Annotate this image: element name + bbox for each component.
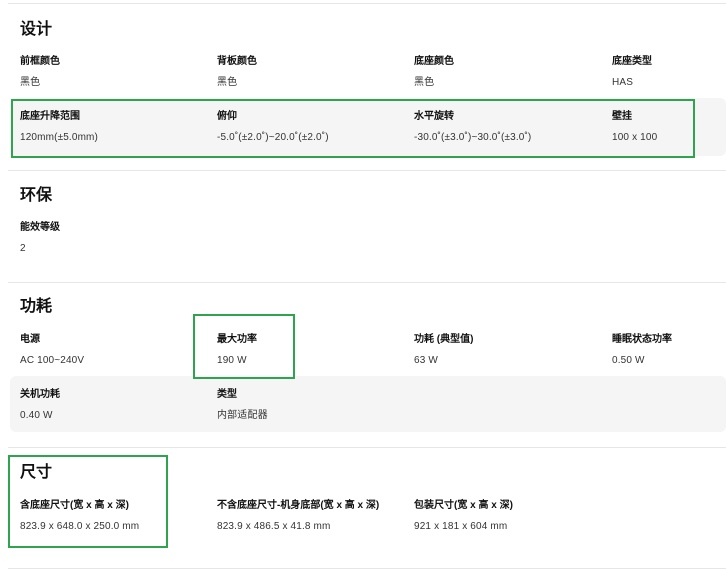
spec-label: 最大功率 bbox=[217, 334, 257, 345]
spec-label: 功耗 (典型值) bbox=[414, 334, 474, 345]
section-title-eco: 环保 bbox=[20, 187, 53, 204]
spec-value: 921 x 181 x 604 mm bbox=[414, 520, 508, 532]
spec-value: 823.9 x 648.0 x 250.0 mm bbox=[20, 520, 140, 532]
section-title-power: 功耗 bbox=[20, 298, 53, 315]
spec-value: 190 W bbox=[217, 354, 247, 366]
divider bbox=[8, 568, 726, 569]
spec-value: 黑色 bbox=[414, 76, 435, 88]
spec-swivel: 水平旋转 -30.0˚(±3.0˚)~30.0˚(±3.0˚) bbox=[414, 110, 531, 144]
spec-label: 背板颜色 bbox=[217, 56, 257, 67]
spec-stand-color: 底座颜色 黑色 bbox=[414, 55, 454, 89]
spec-energy-class: 能效等级 2 bbox=[20, 221, 60, 255]
spec-label: 能效等级 bbox=[20, 222, 60, 233]
spec-back-color: 背板颜色 黑色 bbox=[217, 55, 257, 89]
section-title-design: 设计 bbox=[20, 21, 53, 38]
spec-value: 0.50 W bbox=[612, 354, 645, 366]
spec-power-supply: 电源 AC 100~240V bbox=[20, 333, 84, 367]
spec-tilt: 俯仰 -5.0˚(±2.0˚)~20.0˚(±2.0˚) bbox=[217, 110, 329, 144]
spec-max-power: 最大功率 190 W bbox=[217, 333, 257, 367]
spec-value: 内部适配器 bbox=[217, 409, 268, 421]
spec-label: 俯仰 bbox=[217, 111, 237, 122]
spec-value: -30.0˚(±3.0˚)~30.0˚(±3.0˚) bbox=[414, 131, 532, 143]
spec-value: 100 x 100 bbox=[612, 131, 658, 143]
spec-size-with-stand: 含底座尺寸(宽 x 高 x 深) 823.9 x 648.0 x 250.0 m… bbox=[20, 499, 139, 533]
spec-label: 底座类型 bbox=[612, 56, 652, 67]
section-title-size: 尺寸 bbox=[20, 464, 53, 481]
spec-front-bezel-color: 前框颜色 黑色 bbox=[20, 55, 60, 89]
spec-page: 设计 前框颜色 黑色 背板颜色 黑色 底座颜色 黑色 底座类型 HAS 底座升降… bbox=[0, 0, 726, 576]
divider bbox=[8, 170, 726, 171]
spec-label: 电源 bbox=[20, 334, 40, 345]
spec-label: 前框颜色 bbox=[20, 56, 60, 67]
spec-off-power: 关机功耗 0.40 W bbox=[20, 388, 60, 422]
spec-adapter-type: 类型 内部适配器 bbox=[217, 388, 268, 422]
spec-value: 黑色 bbox=[20, 76, 41, 88]
spec-label: 包装尺寸(宽 x 高 x 深) bbox=[414, 500, 513, 511]
spec-sleep-power: 睡眠状态功率 0.50 W bbox=[612, 333, 672, 367]
spec-value: -5.0˚(±2.0˚)~20.0˚(±2.0˚) bbox=[217, 131, 329, 143]
spec-typical-power: 功耗 (典型值) 63 W bbox=[414, 333, 473, 367]
spec-value: AC 100~240V bbox=[20, 354, 85, 366]
spec-label: 睡眠状态功率 bbox=[612, 334, 672, 345]
spec-size-without-stand: 不含底座尺寸-机身底部(宽 x 高 x 深) 823.9 x 486.5 x 4… bbox=[217, 499, 387, 533]
spec-label: 底座升降范围 bbox=[20, 111, 80, 122]
spec-height-adjust-range: 底座升降范围 120mm(±5.0mm) bbox=[20, 110, 98, 144]
spec-label: 壁挂 bbox=[612, 111, 632, 122]
spec-label: 类型 bbox=[217, 389, 237, 400]
spec-stand-type: 底座类型 HAS bbox=[612, 55, 652, 89]
spec-value: 2 bbox=[20, 242, 26, 254]
spec-wall-mount: 壁挂 100 x 100 bbox=[612, 110, 657, 144]
spec-value: 黑色 bbox=[217, 76, 238, 88]
spec-value: HAS bbox=[612, 76, 634, 88]
divider bbox=[8, 447, 726, 448]
spec-value: 0.40 W bbox=[20, 409, 53, 421]
spec-label: 不含底座尺寸-机身底部(宽 x 高 x 深) bbox=[217, 500, 380, 511]
spec-label: 水平旋转 bbox=[414, 111, 454, 122]
spec-package-size: 包装尺寸(宽 x 高 x 深) 921 x 181 x 604 mm bbox=[414, 499, 513, 533]
spec-value: 120mm(±5.0mm) bbox=[20, 131, 99, 143]
spec-label: 含底座尺寸(宽 x 高 x 深) bbox=[20, 500, 129, 511]
divider bbox=[8, 282, 726, 283]
spec-value: 823.9 x 486.5 x 41.8 mm bbox=[217, 520, 331, 532]
spec-label: 底座颜色 bbox=[414, 56, 454, 67]
spec-row-background bbox=[10, 376, 726, 432]
spec-label: 关机功耗 bbox=[20, 389, 60, 400]
spec-value: 63 W bbox=[414, 354, 438, 366]
divider bbox=[8, 3, 726, 4]
